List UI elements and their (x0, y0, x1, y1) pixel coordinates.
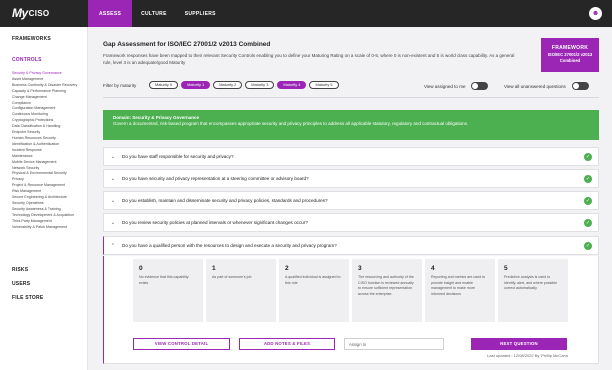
question-text: Do you review security policies at plann… (122, 220, 308, 225)
maturity-filter-pills: Maturity 0 Maturity 1 Maturity 2 Maturity 3… (149, 81, 339, 89)
add-notes-files-button[interactable]: ADD NOTES & FILES (239, 338, 335, 350)
page-description: Framework responses have been mapped to … (103, 53, 515, 65)
maturity-filter-pill[interactable]: Maturity 0 (149, 81, 179, 89)
maturity-level-number: 5 (504, 265, 508, 272)
view-control-detail-button[interactable]: VIEW CONTROL DETAIL (133, 338, 230, 350)
assign-to-input[interactable]: Assign to (344, 338, 444, 350)
maturity-level-number: 2 (285, 265, 289, 272)
maturity-filter-pill[interactable]: Maturity 3 (245, 81, 275, 89)
nav-assess[interactable]: ASSESS (88, 0, 133, 27)
maturity-level-description: Predictive analysis is used to identify,… (504, 275, 558, 291)
question-row[interactable]: ⌄ Do you establish, maintain and dissemi… (103, 191, 599, 210)
maturity-level-number: 0 (139, 265, 143, 272)
domain-banner: Domain: Security & Privacy Governance Go… (103, 110, 599, 140)
chevron-down-icon[interactable]: ⌄ (104, 176, 122, 182)
question-row[interactable]: ⌄ Do you have staff responsible for secu… (103, 147, 599, 166)
app-logo[interactable]: My CISO (12, 6, 49, 20)
divider (103, 97, 599, 98)
maturity-filter-pill[interactable]: Maturity 5 (309, 81, 339, 89)
question-text: Do you have staff responsible for securi… (122, 154, 234, 159)
maturity-level-description: The resourcing and authority of the CISO… (358, 275, 414, 296)
maturity-level-description: As part of someone's job (212, 275, 252, 279)
last-updated: Last updated : 12/08/2022 By 'Phillip Mc… (487, 353, 568, 358)
chevron-down-icon[interactable]: ⌄ (104, 198, 122, 204)
framework-label: FRAMEWORK (551, 45, 589, 51)
filter-label: Filter by maturity (103, 83, 137, 88)
nav-suppliers[interactable]: SUPPLIERS (176, 0, 225, 27)
chevron-down-icon[interactable]: ⌄ (104, 220, 122, 226)
question-text: Do you have security and privacy represe… (122, 176, 309, 181)
chevron-down-icon[interactable]: ⌄ (104, 154, 122, 160)
maturity-filter-pill[interactable]: Maturity 2 (213, 81, 243, 89)
view-assigned-label: View assigned to me (424, 83, 466, 89)
check-icon: ✓ (584, 152, 592, 161)
maturity-level-description: Reporting and metrics are used to provid… (431, 275, 486, 296)
top-bar: My CISO ASSESS CULTURE SUPPLIERS ☻ (0, 0, 612, 27)
maturity-level-description: A qualified individual is assigned to th… (285, 275, 341, 285)
sidebar-file-store[interactable]: FILE STORE (12, 295, 43, 301)
sidebar-control-item[interactable]: Business Continuity & Disaster Recovery (12, 83, 86, 89)
domain-title: Domain: Security & Privacy Governance (113, 115, 200, 120)
user-avatar[interactable]: ☻ (589, 7, 602, 20)
chevron-up-icon[interactable]: ⌃ (104, 243, 122, 249)
framework-badge: FRAMEWORK ISO/IEC 27001/2 v2013 Combined (541, 38, 599, 72)
maturity-level-number: 1 (212, 265, 216, 272)
maturity-filter-pill[interactable]: Maturity 4 (277, 81, 307, 89)
check-icon: ✓ (584, 174, 592, 183)
question-text: Do you have a qualified person with the … (122, 243, 337, 248)
maturity-scale: 0 No evidence that this capability exists… (133, 259, 568, 322)
maturity-filter-pill[interactable]: Maturity 1 (181, 81, 211, 89)
logo-ciso: CISO (28, 8, 50, 18)
maturity-level-card[interactable]: 5 Predictive analysis is used to identify… (498, 259, 568, 322)
view-unanswered-label: View all unanswered questions (504, 83, 566, 89)
domain-description: Govern a documented, risk-based program … (113, 121, 469, 126)
question-row[interactable]: ⌄ Do you have security and privacy repre… (103, 169, 599, 188)
framework-name: ISO/IEC 27001/2 v2013 Combined (547, 52, 593, 63)
maturity-level-card[interactable]: 4 Reporting and metrics are used to provi… (425, 259, 495, 322)
nav-culture[interactable]: CULTURE (132, 0, 176, 27)
question-text: Do you establish, maintain and dissemina… (122, 198, 328, 203)
next-question-button[interactable]: NEXT QUESTION (471, 338, 567, 350)
maturity-level-number: 3 (358, 265, 362, 272)
check-icon: ✓ (584, 196, 592, 205)
maturity-level-card[interactable]: 3 The resourcing and authority of the CIS… (352, 259, 422, 322)
check-icon: ✓ (584, 218, 592, 227)
check-icon: ✓ (584, 241, 592, 250)
logo-my: My (12, 6, 28, 20)
view-assigned-toggle-group: View assigned to me (424, 82, 489, 90)
view-unanswered-toggle-group: View all unanswered questions (504, 82, 589, 90)
sidebar-controls[interactable]: CONTROLS (12, 57, 42, 63)
view-unanswered-toggle[interactable] (571, 82, 589, 90)
question-row-expanded[interactable]: ⌃ Do you have a qualified person with th… (103, 236, 599, 255)
maturity-level-card[interactable]: 2 A qualified individual is assigned to t… (279, 259, 349, 322)
user-icon: ☻ (591, 10, 600, 17)
question-row[interactable]: ⌄ Do you review security policies at pla… (103, 213, 599, 232)
maturity-level-description: No evidence that this capability exists (139, 275, 189, 285)
maturity-level-number: 4 (431, 265, 435, 272)
sidebar-frameworks[interactable]: FRAMEWORKS (12, 36, 51, 42)
sidebar-users[interactable]: USERS (12, 281, 30, 287)
sidebar-control-item[interactable]: Vulnerability & Patch Management (12, 225, 86, 231)
maturity-level-card[interactable]: 1 As part of someone's job (206, 259, 276, 322)
sidebar-risks[interactable]: RISKS (12, 267, 28, 273)
control-domain-list: Security & Privacy Governance Asset Manag… (12, 71, 86, 230)
main-nav: ASSESS CULTURE SUPPLIERS (88, 0, 225, 27)
maturity-level-card[interactable]: 0 No evidence that this capability exists (133, 259, 203, 322)
page-title: Gap Assessment for ISO/IEC 27001/2 v2013… (103, 41, 271, 48)
view-assigned-toggle[interactable] (471, 82, 489, 90)
sidebar: FRAMEWORKS CONTROLS Security & Privacy G… (0, 27, 88, 370)
